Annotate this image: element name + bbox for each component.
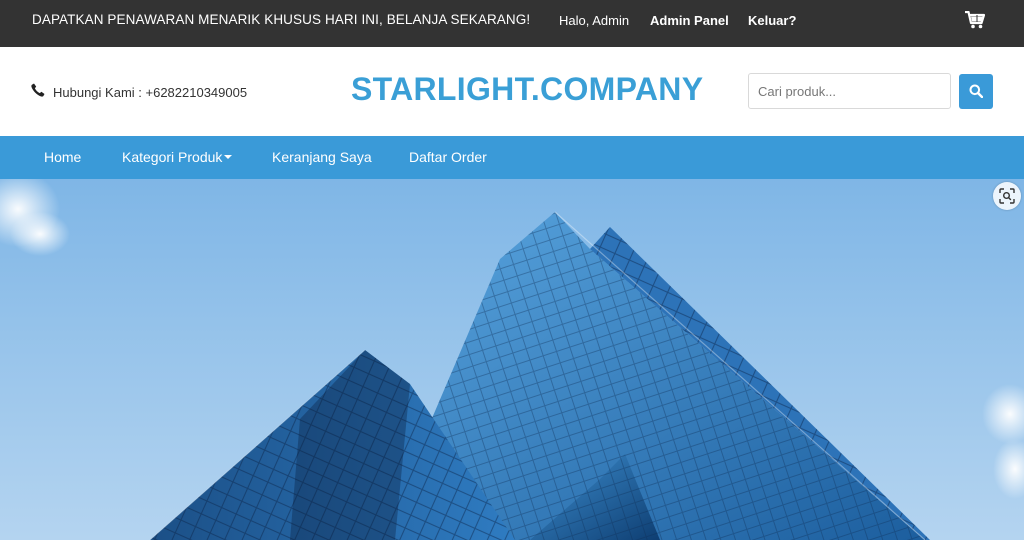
- site-logo[interactable]: STARLIGHT.COMPANY: [351, 71, 703, 108]
- search-icon: [969, 84, 983, 98]
- nav-kategori-label: Kategori Produk: [122, 149, 223, 165]
- search-button[interactable]: [959, 74, 993, 109]
- nav-home-label: Home: [44, 149, 82, 165]
- user-greeting: Halo, Admin: [559, 13, 630, 28]
- nav-home[interactable]: Home: [44, 149, 81, 165]
- shopping-cart-icon[interactable]: [965, 10, 986, 29]
- main-nav: Home Kategori Produk Keranjang Saya Daft…: [0, 136, 1024, 179]
- chevron-down-icon: [224, 155, 233, 160]
- contact-phone: Hubungi Kami : +6282210349005: [53, 85, 248, 100]
- admin-panel-link[interactable]: Admin Panel: [650, 13, 729, 28]
- phone-icon: [31, 83, 45, 97]
- hero-banner-image: [0, 179, 1024, 540]
- nav-daftar-order[interactable]: Daftar Order: [409, 149, 487, 165]
- visual-search-icon[interactable]: [993, 182, 1021, 210]
- nav-daftar-order-label: Daftar Order: [409, 149, 487, 165]
- nav-keranjang-label: Keranjang Saya: [272, 149, 372, 165]
- nav-keranjang-saya[interactable]: Keranjang Saya: [272, 149, 372, 165]
- logout-link[interactable]: Keluar?: [748, 13, 796, 28]
- top-bar: DAPATKAN PENAWARAN MENARIK KHUSUS HARI I…: [0, 0, 1024, 47]
- promo-banner-text: DAPATKAN PENAWARAN MENARIK KHUSUS HARI I…: [32, 12, 531, 27]
- nav-kategori-produk[interactable]: Kategori Produk: [122, 149, 233, 165]
- site-header: Hubungi Kami : +6282210349005 STARLIGHT.…: [0, 47, 1024, 136]
- search-input[interactable]: [748, 73, 951, 109]
